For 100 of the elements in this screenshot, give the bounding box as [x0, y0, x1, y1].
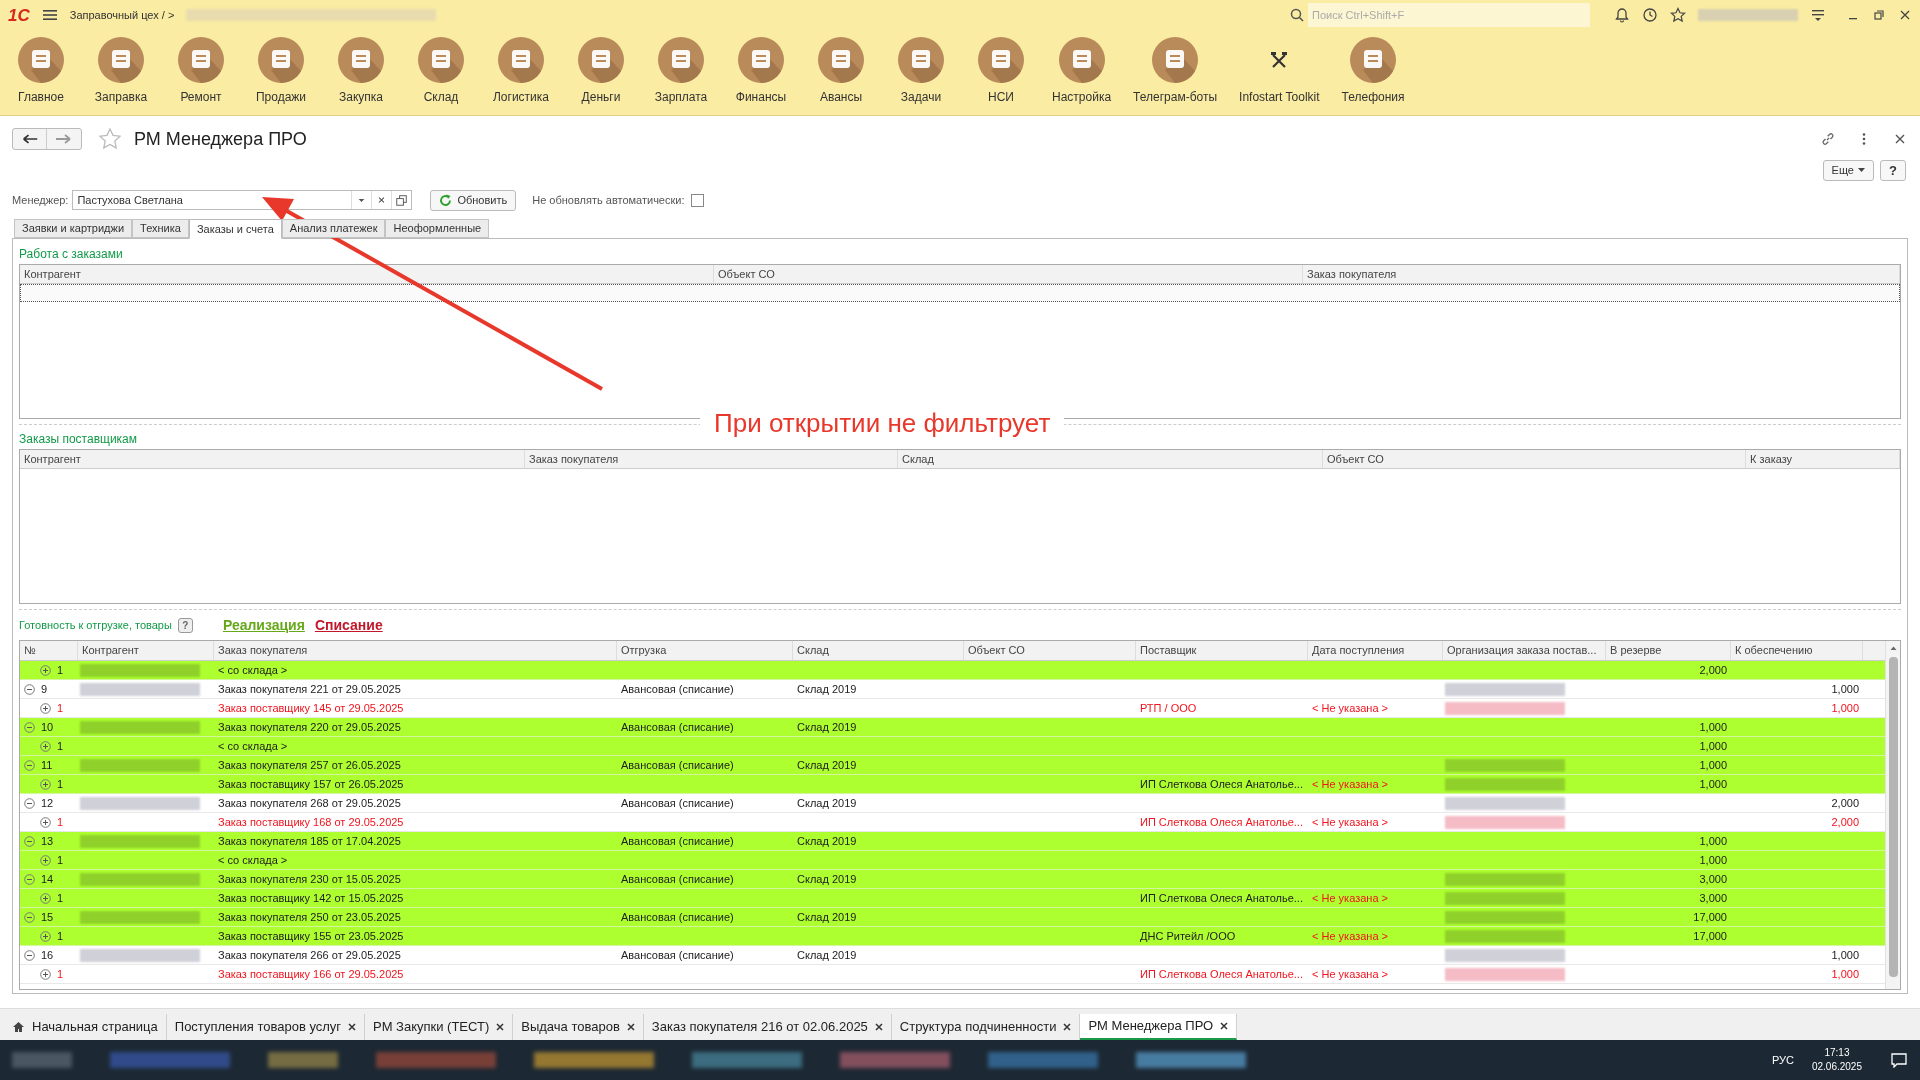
section-button[interactable]: Деньги	[572, 36, 630, 106]
column-header[interactable]: К заказу	[1746, 450, 1900, 468]
bell-icon[interactable]	[1614, 7, 1630, 23]
help-button[interactable]: ?	[1880, 159, 1906, 181]
refresh-button[interactable]: Обновить	[430, 189, 517, 211]
column-header[interactable]: В резерве	[1606, 641, 1731, 660]
collapse-icon[interactable]	[24, 873, 35, 885]
close-icon[interactable]	[626, 1023, 635, 1031]
section-button[interactable]: Ремонт	[172, 36, 230, 106]
menu-icon[interactable]	[41, 8, 58, 22]
expand-icon[interactable]	[40, 854, 51, 866]
table-row[interactable]: 10 Заказ покупателя 220 от 29.05.2025 Авансовая (списание) Склад 2019 1,000	[20, 718, 1885, 737]
star-icon[interactable]	[1670, 7, 1686, 23]
notification-icon[interactable]	[1890, 1052, 1908, 1068]
table-row[interactable]: 16 Заказ покупателя 266 от 29.05.2025 Авансовая (списание) Склад 2019 1,000	[20, 946, 1885, 965]
column-header[interactable]: Организация заказа постав...	[1443, 641, 1606, 660]
collapse-icon[interactable]	[24, 721, 35, 733]
manager-input[interactable]: Пастухова Светлана	[73, 191, 352, 209]
column-header[interactable]: Объект СО	[714, 265, 1303, 283]
history-icon[interactable]	[1642, 7, 1658, 23]
close-icon[interactable]	[1898, 8, 1912, 22]
table-row[interactable]: 1 Заказ поставщику 157 от 26.05.2025 ИП Слеткова Олеся Анатолье... < Не указана > 1,000	[20, 775, 1885, 794]
section-button[interactable]: Телефония	[1341, 36, 1405, 106]
section-button[interactable]: Задачи	[892, 36, 950, 106]
column-header[interactable]: Объект СО	[1323, 450, 1746, 468]
collapse-icon[interactable]	[24, 797, 35, 809]
close-icon[interactable]	[496, 1023, 505, 1031]
column-header[interactable]: Контрагент	[20, 450, 525, 468]
help-icon[interactable]: ?	[177, 617, 193, 633]
expand-icon[interactable]	[40, 702, 51, 714]
section-button[interactable]: Заправка	[92, 36, 150, 106]
settings-menu-icon[interactable]	[1810, 7, 1826, 23]
manager-field[interactable]: Пастухова Светлана	[72, 190, 413, 210]
collapse-icon[interactable]	[24, 949, 35, 961]
form-tab[interactable]: Анализ платежек	[281, 219, 386, 238]
expand-icon[interactable]	[40, 778, 51, 790]
table-row[interactable]: 1 Заказ поставщику 142 от 15.05.2025 ИП Слеткова Олеся Анатолье... < Не указана > 3,000	[20, 889, 1885, 908]
collapse-icon[interactable]	[24, 911, 35, 923]
column-header[interactable]: Контрагент	[78, 641, 214, 660]
section-button[interactable]: Главное	[12, 36, 70, 106]
form-tab[interactable]: Заявки и картриджи	[14, 219, 133, 238]
column-header[interactable]: Контрагент	[20, 265, 714, 283]
selected-empty-row[interactable]	[20, 284, 1900, 302]
column-header[interactable]: Отгрузка	[617, 641, 793, 660]
table-row[interactable]: 12 Заказ покупателя 268 от 29.05.2025 Авансовая (списание) Склад 2019 2,000	[20, 794, 1885, 813]
collapse-icon[interactable]	[24, 683, 35, 695]
table-row[interactable]: 1 < со склада > 1,000	[20, 851, 1885, 870]
column-header[interactable]: Склад	[898, 450, 1323, 468]
section-button[interactable]: Infostart Toolkit	[1239, 36, 1320, 106]
table-row[interactable]: 1 < со склада > 1,000	[20, 737, 1885, 756]
breadcrumb[interactable]: Заправочный цех / >	[69, 6, 175, 24]
section-button[interactable]: Зарплата	[652, 36, 710, 106]
close-icon[interactable]	[874, 1023, 883, 1031]
section-button[interactable]: Логистика	[492, 36, 550, 106]
form-tab[interactable]: Техника	[132, 219, 189, 238]
column-header[interactable]: Заказ покупателя	[214, 641, 617, 660]
table-row[interactable]: 9 Заказ покупателя 221 от 29.05.2025 Авансовая (списание) Склад 2019 1,000	[20, 680, 1885, 699]
column-header[interactable]: Заказ покупателя	[1303, 265, 1900, 283]
close-icon[interactable]	[1220, 1022, 1229, 1030]
link-icon[interactable]	[1820, 131, 1836, 147]
expand-icon[interactable]	[40, 930, 51, 942]
table-row[interactable]: 1 Заказ поставщику 155 от 23.05.2025 ДНС Ритейл /ООО < Не указана > 17,000	[20, 927, 1885, 946]
more-button[interactable]: Еще	[1822, 159, 1874, 181]
collapse-icon[interactable]	[24, 759, 35, 771]
scrollbar-thumb[interactable]	[1888, 657, 1898, 977]
expand-icon[interactable]	[40, 740, 51, 752]
table-row[interactable]: 14 Заказ покупателя 230 от 15.05.2025 Авансовая (списание) Склад 2019 3,000	[20, 870, 1885, 889]
column-header[interactable]: Объект СО	[964, 641, 1136, 660]
write-off-link[interactable]: Списание	[314, 614, 383, 636]
section-button[interactable]: Финансы	[732, 36, 790, 106]
section-button[interactable]: Авансы	[812, 36, 870, 106]
table-row[interactable]: 1 < со склада > 2,000	[20, 661, 1885, 680]
scrollbar[interactable]	[1885, 641, 1900, 989]
section-button[interactable]: Телеграм-боты	[1133, 36, 1218, 106]
column-header[interactable]: №	[20, 641, 78, 660]
table-row[interactable]: 15 Заказ покупателя 250 от 23.05.2025 Авансовая (списание) Склад 2019 17,000	[20, 908, 1885, 927]
auto-refresh-checkbox[interactable]	[690, 193, 704, 207]
form-tab[interactable]: Заказы и счета	[188, 219, 282, 239]
table-row[interactable]: 1 Заказ поставщику 166 от 29.05.2025 ИП Слеткова Олеся Анатолье... < Не указана > 1,000	[20, 965, 1885, 984]
column-header[interactable]: Заказ покупателя	[525, 450, 898, 468]
table-row[interactable]: 1 Заказ поставщику 168 от 29.05.2025 ИП Слеткова Олеся Анатолье... < Не указана > 2,000	[20, 813, 1885, 832]
section-button[interactable]: Закупка	[332, 36, 390, 106]
collapse-icon[interactable]	[24, 835, 35, 847]
form-tab[interactable]: Неоформленные	[385, 219, 490, 238]
search-field[interactable]: Поиск Ctrl+Shift+F	[1308, 3, 1590, 27]
section-button[interactable]: Склад	[412, 36, 470, 106]
column-header[interactable]: К обеспечению	[1731, 641, 1863, 660]
table-row[interactable]: 1 Заказ поставщику 145 от 29.05.2025 РТП / ООО < Не указана > 1,000	[20, 699, 1885, 718]
column-header[interactable]: Склад	[793, 641, 964, 660]
close-icon[interactable]	[1063, 1023, 1072, 1031]
column-header[interactable]: Дата поступления	[1308, 641, 1443, 660]
close-icon[interactable]	[348, 1023, 357, 1031]
table-row[interactable]: 11 Заказ покупателя 257 от 26.05.2025 Авансовая (списание) Склад 2019 1,000	[20, 756, 1885, 775]
section-button[interactable]: НСИ	[972, 36, 1030, 106]
table-row[interactable]: 13 Заказ покупателя 185 от 17.04.2025 Авансовая (списание) Склад 2019 1,000	[20, 832, 1885, 851]
expand-icon[interactable]	[40, 892, 51, 904]
favorite-star-icon[interactable]	[98, 127, 122, 151]
expand-icon[interactable]	[40, 968, 51, 980]
expand-icon[interactable]	[40, 664, 51, 676]
section-button[interactable]: Продажи	[252, 36, 310, 106]
